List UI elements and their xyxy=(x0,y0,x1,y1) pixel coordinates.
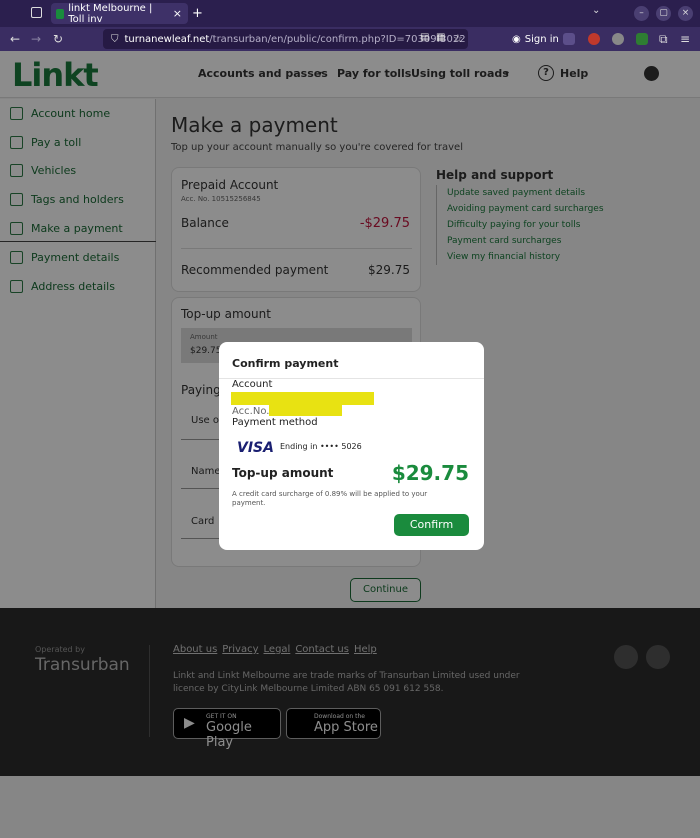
extension-green-icon[interactable] xyxy=(636,33,648,45)
tab-title: linkt Melbourne | Toll inv xyxy=(68,2,153,25)
extensions-grid-icon[interactable] xyxy=(563,33,575,45)
topup-amount-value: $29.75 xyxy=(391,461,469,485)
modal-title: Confirm payment xyxy=(232,357,339,370)
tab-close-icon[interactable]: × xyxy=(173,7,182,20)
acc-no-label: Acc.No. xyxy=(232,406,270,417)
topup-amount-label: Top-up amount xyxy=(232,466,334,480)
favicon-icon xyxy=(56,8,65,19)
chevron-down-icon[interactable]: ⌄ xyxy=(592,5,600,16)
surcharge-notice: A credit card surcharge of 0.89% will be… xyxy=(232,490,428,507)
back-icon[interactable]: ← xyxy=(10,32,20,46)
lock-icon: ⛉ xyxy=(111,33,119,45)
redacted-account-name xyxy=(231,392,374,405)
redacted-account-number xyxy=(269,405,342,416)
visa-logo: VISA xyxy=(237,440,274,456)
address-bar[interactable]: ⛉ turnanewleaf.net/transurban/en/public/… xyxy=(103,29,468,49)
new-tab-button[interactable]: + xyxy=(192,6,203,21)
confirm-button[interactable]: Confirm xyxy=(394,514,469,536)
account-label: Account xyxy=(232,379,273,390)
puzzle-icon[interactable]: ⧉ xyxy=(659,32,668,47)
reload-icon[interactable]: ↻ xyxy=(53,32,63,46)
url-host: turnanewleaf.net xyxy=(124,33,210,45)
tab-list-icon[interactable] xyxy=(31,7,42,18)
browser-tabbar: linkt Melbourne | Toll inv × + ⌄ – ▢ × xyxy=(0,0,700,27)
menu-icon[interactable]: ≡ xyxy=(680,32,690,46)
extension-red-icon[interactable] xyxy=(588,33,600,45)
window-close-button[interactable]: × xyxy=(678,6,693,21)
reader-icon[interactable]: ▤ xyxy=(420,32,429,43)
sign-in-label: Sign in xyxy=(524,33,559,45)
extension-badge-icon[interactable] xyxy=(612,33,624,45)
browser-navbar: ← → ↻ ⛉ turnanewleaf.net/transurban/en/p… xyxy=(0,27,700,51)
forward-icon[interactable]: → xyxy=(31,32,41,46)
browser-tab[interactable]: linkt Melbourne | Toll inv × xyxy=(51,2,188,25)
minimize-button[interactable]: – xyxy=(634,6,649,21)
bookmark-star-icon[interactable]: ☆ xyxy=(453,32,463,45)
confirm-payment-modal: Confirm payment Account Acc.No. Payment … xyxy=(219,342,484,550)
maximize-button[interactable]: ▢ xyxy=(656,6,671,21)
grid-icon[interactable]: ▦ xyxy=(436,32,445,43)
sign-in-button[interactable]: ◉ Sign in xyxy=(508,30,563,48)
card-ending: Ending in •••• 5026 xyxy=(280,442,362,451)
payment-method-label: Payment method xyxy=(232,417,318,428)
account-icon: ◉ xyxy=(512,33,521,45)
